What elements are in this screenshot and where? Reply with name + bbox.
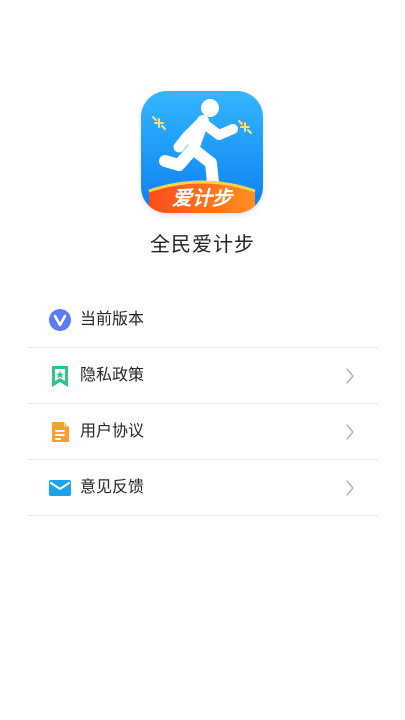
- menu-item-current-version[interactable]: 当前版本: [28, 292, 378, 348]
- logo-text: 爱计步: [172, 186, 234, 210]
- menu-item-label: 意见反馈: [80, 477, 145, 496]
- menu-item-feedback[interactable]: 意见反馈: [28, 460, 378, 516]
- chevron-right-icon: [344, 423, 356, 441]
- document-icon: [48, 420, 72, 444]
- chevron-right-icon: [344, 367, 356, 385]
- menu-item-label: 用户协议: [80, 421, 145, 440]
- menu-item-label: 隐私政策: [80, 365, 145, 384]
- version-v-icon: [48, 308, 72, 332]
- menu-item-user-agreement[interactable]: 用户协议: [28, 404, 378, 460]
- app-header: 爱计步 全民爱计步: [0, 0, 405, 270]
- settings-menu: 当前版本 隐私政策 用户协议 意见反馈: [28, 292, 378, 516]
- app-name: 全民爱计步: [150, 232, 255, 256]
- mail-icon: [48, 476, 72, 500]
- menu-item-label: 当前版本: [80, 309, 145, 328]
- chevron-right-icon: [344, 479, 356, 497]
- app-logo: 爱计步: [141, 91, 263, 213]
- menu-item-privacy-policy[interactable]: 隐私政策: [28, 348, 378, 404]
- privacy-bookmark-icon: [48, 364, 72, 388]
- walking-man-logo-icon: 爱计步: [141, 91, 263, 213]
